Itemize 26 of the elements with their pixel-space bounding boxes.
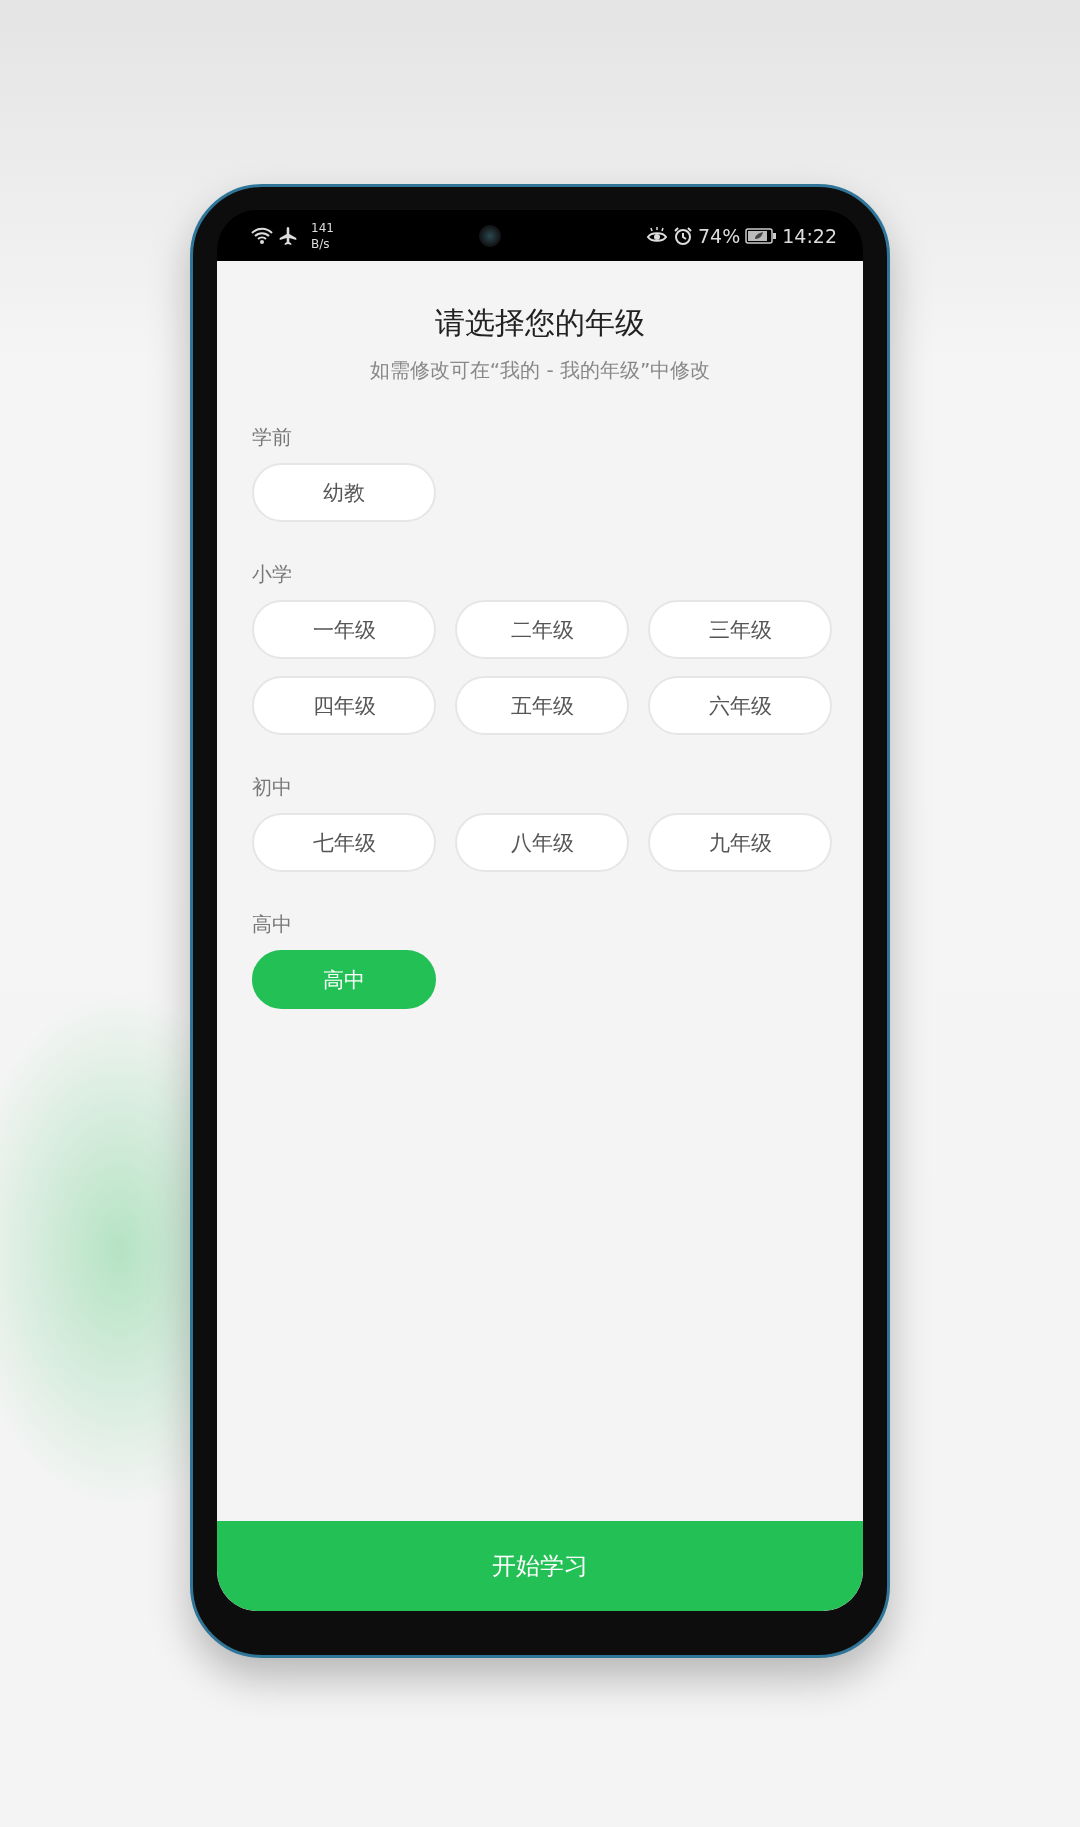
section-label: 高中 xyxy=(252,911,293,938)
grade-option-button[interactable]: 四年级 xyxy=(252,676,436,735)
page-subtitle: 如需修改可在“我的 - 我的年级”中修改 xyxy=(368,357,712,384)
camera-icon xyxy=(478,224,501,247)
grade-option-button[interactable]: 一年级 xyxy=(252,600,436,659)
section-label: 初中 xyxy=(252,774,293,801)
network-speed-unit: B/s xyxy=(311,235,331,252)
grade-option-button[interactable]: 六年级 xyxy=(648,676,832,735)
grade-option-button[interactable]: 幼教 xyxy=(252,463,436,522)
grade-option-button[interactable]: 五年级 xyxy=(455,676,629,735)
eye-icon xyxy=(646,226,668,245)
battery-icon xyxy=(745,226,778,245)
battery-percentage: 74% xyxy=(698,224,741,247)
section-label: 学前 xyxy=(252,424,293,451)
airplane-icon xyxy=(278,225,298,246)
wifi-icon xyxy=(251,226,273,245)
grade-option-button[interactable]: 三年级 xyxy=(648,600,832,659)
grade-option-button[interactable]: 二年级 xyxy=(455,600,629,659)
grade-option-button[interactable]: 九年级 xyxy=(648,813,832,872)
grade-option-button[interactable]: 七年级 xyxy=(252,813,436,872)
page-title: 请选择您的年级 xyxy=(434,304,646,342)
grade-option-button[interactable]: 八年级 xyxy=(455,813,629,872)
section-label: 小学 xyxy=(252,561,293,588)
clock-time: 14:22 xyxy=(782,224,837,247)
network-speed: 141 xyxy=(311,219,334,236)
alarm-clock-icon xyxy=(673,225,693,246)
